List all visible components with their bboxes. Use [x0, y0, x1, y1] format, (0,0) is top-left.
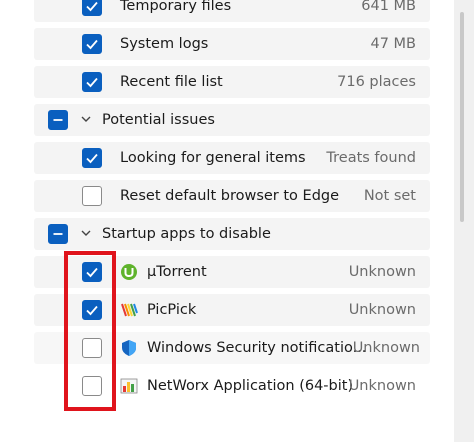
item-value: Treats found — [326, 150, 416, 166]
list-item-recent-file-list[interactable]: Recent file list 716 places — [34, 66, 430, 98]
general-items-checkbox[interactable] — [82, 148, 102, 168]
item-value: Unknown — [352, 340, 420, 356]
item-label: System logs — [120, 36, 209, 52]
item-label: PicPick — [147, 302, 197, 318]
picpick-icon — [121, 303, 138, 317]
list-item-general-items[interactable]: Looking for general items Treats found — [34, 142, 430, 174]
list-item-temporary-files[interactable]: Temporary files 641 MB — [34, 0, 430, 22]
item-label: Temporary files — [120, 0, 232, 14]
item-value: 47 MB — [370, 36, 416, 52]
group-label: Potential issues — [102, 112, 215, 128]
item-value: Unknown — [348, 302, 416, 318]
list-item-reset-default-browser[interactable]: Reset default browser to Edge Not set — [34, 180, 430, 212]
item-value: Not set — [363, 188, 416, 204]
group-label: Startup apps to disable — [102, 226, 271, 242]
chevron-down-icon[interactable] — [79, 104, 93, 136]
list-item-system-logs[interactable]: System logs 47 MB — [34, 28, 430, 60]
potential-issues-checkbox[interactable] — [48, 110, 68, 130]
red-highlight-box — [64, 251, 116, 411]
windows-security-shield-icon — [122, 340, 136, 356]
item-value: Unknown — [348, 378, 416, 394]
group-potential-issues[interactable]: Potential issues — [34, 104, 430, 136]
temporary-files-checkbox[interactable] — [82, 0, 102, 16]
utorrent-icon — [121, 264, 137, 280]
item-value: 716 places — [337, 74, 416, 90]
networx-icon — [120, 378, 138, 394]
item-label: µTorrent — [147, 264, 207, 280]
item-label: Looking for general items — [120, 150, 306, 166]
system-logs-checkbox[interactable] — [82, 34, 102, 54]
reset-default-browser-checkbox[interactable] — [82, 186, 102, 206]
item-value: 641 MB — [361, 0, 416, 14]
item-value: Unknown — [348, 264, 416, 280]
startup-apps-checkbox[interactable] — [48, 224, 68, 244]
recent-file-list-checkbox[interactable] — [82, 72, 102, 92]
chevron-down-icon[interactable] — [79, 218, 93, 250]
item-label: Windows Security notificatio... — [147, 340, 367, 356]
scrollbar-track[interactable] — [454, 0, 474, 442]
item-label: Recent file list — [120, 74, 223, 90]
group-startup-apps[interactable]: Startup apps to disable — [34, 218, 430, 250]
item-label: NetWorx Application (64-bit) — [147, 378, 354, 394]
item-label: Reset default browser to Edge — [120, 188, 340, 204]
scrollbar-thumb[interactable] — [460, 12, 464, 222]
